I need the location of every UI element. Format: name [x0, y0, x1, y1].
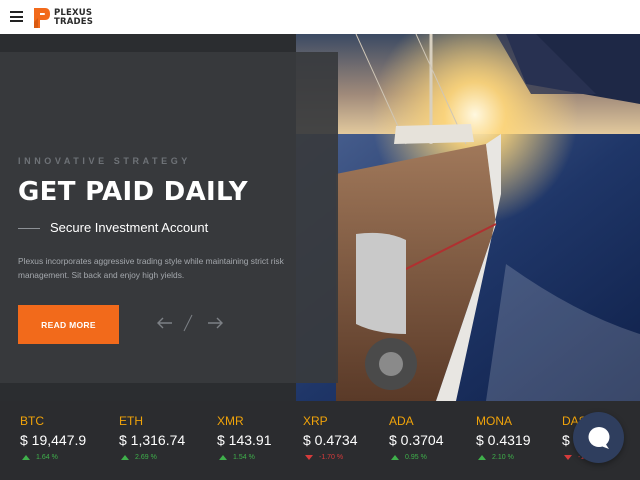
- coin-change: -1.70 %: [305, 454, 343, 461]
- subtitle-divider: [18, 228, 40, 229]
- arrow-up-icon: [121, 455, 129, 460]
- coin-change-value: 2.69 %: [135, 454, 157, 461]
- coin-change: 1.54 %: [219, 454, 255, 461]
- hero-slider: INNOVATIVE STRATEGY GET PAID DAILY Secur…: [0, 34, 640, 401]
- hero-eyebrow: INNOVATIVE STRATEGY: [18, 156, 191, 166]
- coin-price: $ 19,447.9: [20, 432, 87, 448]
- coin-price: $ 0.3704: [389, 432, 444, 448]
- chat-bubble-icon: [588, 427, 610, 449]
- coin-symbol: MONA: [476, 414, 512, 428]
- coin-symbol: BTC: [20, 414, 44, 428]
- coin-price: $ 0.4319: [476, 432, 531, 448]
- coin-price: $ 143.91: [217, 432, 272, 448]
- coin-change-value: -1.70 %: [319, 454, 344, 461]
- coin-change-value: 0.95 %: [405, 454, 427, 461]
- coin-change: 1.64 %: [22, 454, 58, 461]
- arrow-down-icon: [305, 455, 313, 460]
- coin-change-value: 1.54 %: [233, 454, 255, 461]
- coin-change: 0.95 %: [391, 454, 427, 461]
- arrow-up-icon: [219, 455, 227, 460]
- arrow-up-icon: [391, 455, 399, 460]
- logo-wordmark: PLEXUS TRADES: [54, 9, 93, 27]
- chat-button[interactable]: [573, 412, 624, 463]
- coin-change-value: 1.64 %: [36, 454, 58, 461]
- hamburger-icon[interactable]: [10, 11, 23, 22]
- coin-symbol: XMR: [217, 414, 244, 428]
- arrow-up-icon: [478, 455, 486, 460]
- coin-symbol: XRP: [303, 414, 328, 428]
- coin-change: 2.10 %: [478, 454, 514, 461]
- site-header: PLEXUS TRADES: [0, 0, 640, 34]
- coin-symbol: ADA: [389, 414, 414, 428]
- hero-description: Plexus incorporates aggressive trading s…: [18, 256, 284, 280]
- arrow-down-icon: [564, 455, 572, 460]
- crypto-ticker: BTC $ 19,447.9 1.64 % ETH $ 1,316.74 2.6…: [0, 401, 640, 480]
- coin-change-value: 2.10 %: [492, 454, 514, 461]
- arrow-left-icon[interactable]: [157, 317, 173, 329]
- hero-content-panel: INNOVATIVE STRATEGY GET PAID DAILY Secur…: [0, 52, 338, 383]
- sailboat-photo: [296, 34, 640, 401]
- coin-symbol: ETH: [119, 414, 143, 428]
- site-logo[interactable]: PLEXUS TRADES: [33, 7, 93, 29]
- arrow-up-icon: [22, 455, 30, 460]
- hero-title: GET PAID DAILY: [18, 177, 248, 207]
- coin-price: $ 1,316.74: [119, 432, 186, 448]
- plexus-logo-mark: [34, 8, 50, 28]
- slide-divider-icon: [183, 314, 193, 332]
- arrow-right-icon[interactable]: [207, 317, 223, 329]
- coin-change: 2.69 %: [121, 454, 157, 461]
- logo-line-2: TRADES: [54, 17, 94, 27]
- coin-price: $ 0.4734: [303, 432, 358, 448]
- read-more-button[interactable]: READ MORE: [18, 305, 119, 344]
- hero-subtitle: Secure Investment Account: [50, 220, 209, 235]
